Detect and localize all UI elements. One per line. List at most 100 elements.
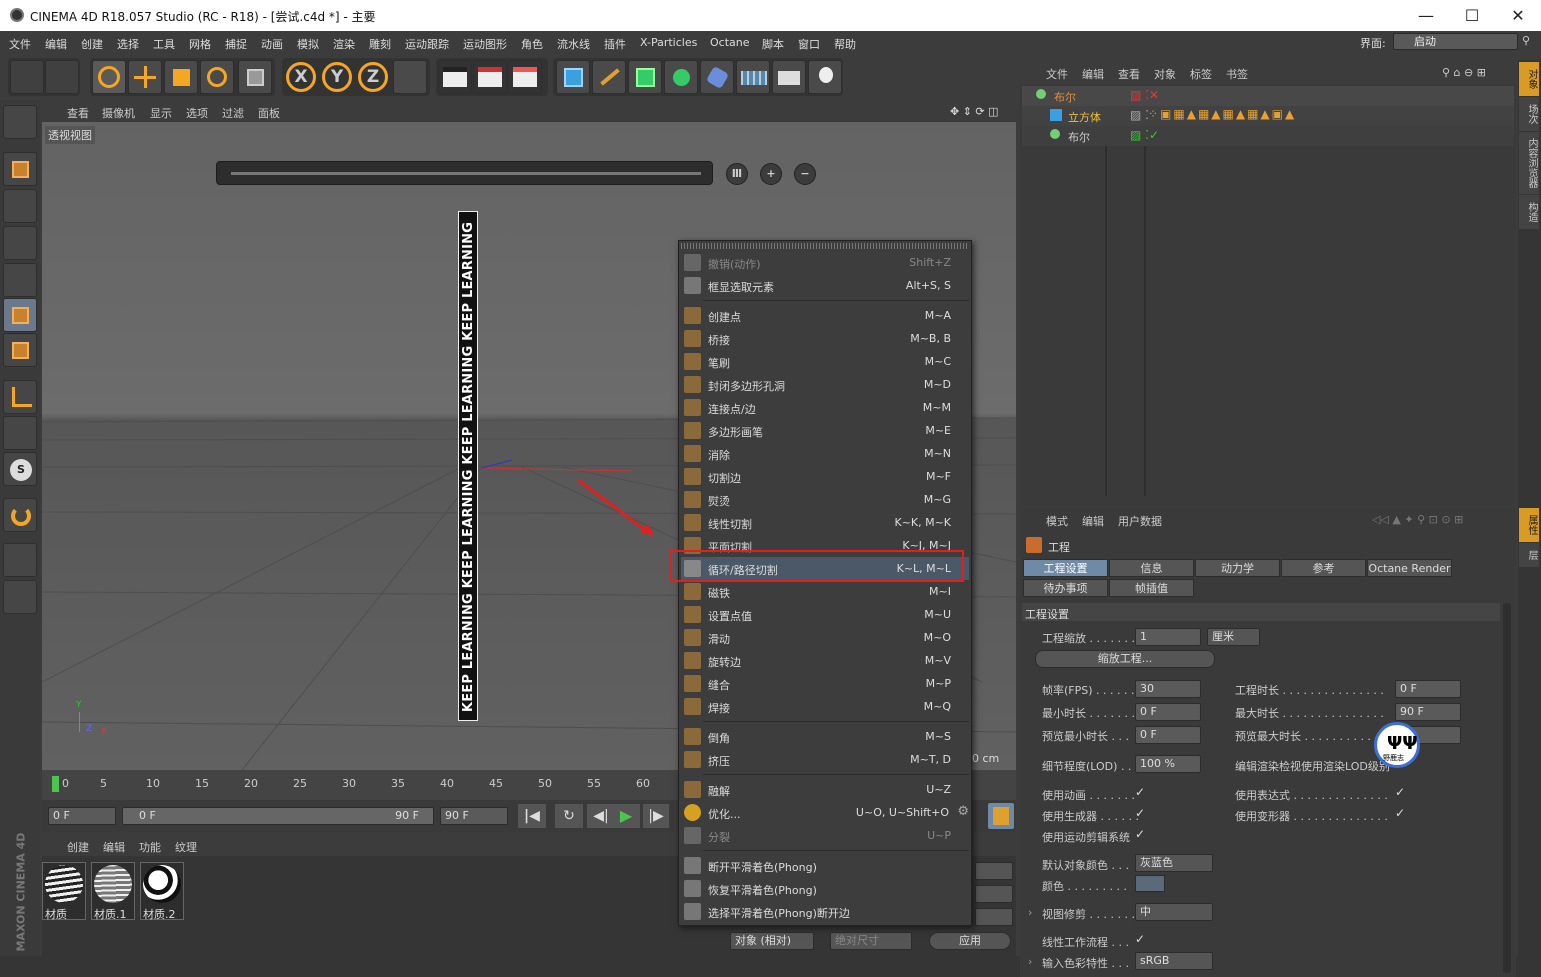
vp-menu-display[interactable]: 显示	[150, 105, 172, 121]
obj-menu-tags[interactable]: 标签	[1190, 66, 1212, 82]
range-slider[interactable]: 0 F 90 F	[122, 807, 434, 825]
obj-search-icon[interactable]: ⚲ ⌂ ⊖ ⊞	[1442, 66, 1486, 79]
menu-motion-tracking[interactable]: 运动跟踪	[405, 36, 449, 52]
axis-mode-icon[interactable]	[3, 380, 37, 414]
menu-item-optimize[interactable]: 优化... U~O, U~Shift+O ⚙	[681, 801, 969, 824]
preview-min-field[interactable]: 0 F	[1135, 726, 1201, 744]
edges-mode-icon[interactable]	[3, 298, 37, 332]
menu-item-connect-points-edges[interactable]: 连接点/边 M~M	[681, 396, 969, 419]
pen-spline-icon[interactable]	[592, 60, 626, 94]
layout-select[interactable]: 启动	[1393, 33, 1518, 50]
menu-item-magnet[interactable]: 磁铁 M~I	[681, 580, 969, 603]
lod-field[interactable]: 100 %	[1135, 755, 1201, 773]
redo-icon[interactable]	[45, 60, 79, 94]
vp-menu-view[interactable]: 查看	[67, 105, 89, 121]
menu-item-close-polygon-hole[interactable]: 封闭多边形孔洞 M~D	[681, 373, 969, 396]
color-swatch[interactable]	[1135, 875, 1165, 892]
obj-menu-edit[interactable]: 编辑	[1082, 66, 1104, 82]
menu-tools[interactable]: 工具	[153, 36, 175, 52]
menu-item-slide[interactable]: 滑动 M~O	[681, 626, 969, 649]
linear-workflow-checkbox[interactable]: ✓	[1135, 932, 1145, 946]
next-frame-icon[interactable]: |▶	[643, 804, 669, 828]
render-view-icon[interactable]	[438, 60, 472, 94]
obj-menu-object[interactable]: 对象	[1154, 66, 1176, 82]
points-mode-icon[interactable]	[3, 263, 37, 297]
array-mograph-icon[interactable]	[664, 60, 698, 94]
workplane-mode-icon[interactable]	[3, 226, 37, 260]
goto-start-icon[interactable]: |◀	[518, 804, 546, 828]
attr-menu-userdata[interactable]: 用户数据	[1118, 513, 1162, 529]
light-bulb-icon[interactable]	[808, 60, 842, 94]
menu-item-break-phong[interactable]: 断开平滑着色(Phong)	[681, 854, 969, 877]
menu-help[interactable]: 帮助	[834, 36, 856, 52]
deformer-icon[interactable]	[700, 60, 734, 94]
tweak-mode-icon[interactable]	[3, 416, 37, 450]
default-object-color-select[interactable]: 灰蓝色	[1135, 854, 1213, 872]
attr-menu-edit[interactable]: 编辑	[1082, 513, 1104, 529]
menu-tearoff-grip[interactable]	[681, 243, 969, 249]
y-axis-lock-icon[interactable]: Y	[322, 62, 352, 92]
x-axis-lock-icon[interactable]: X	[286, 62, 316, 92]
vp-menu-cameras[interactable]: 摄像机	[102, 105, 135, 121]
menu-mesh[interactable]: 网格	[189, 36, 211, 52]
menu-render[interactable]: 渲染	[333, 36, 355, 52]
scale-tool-icon[interactable]	[164, 60, 198, 94]
expand-arrow-icon[interactable]: ›	[1028, 906, 1032, 919]
mat-menu-edit[interactable]: 编辑	[103, 839, 125, 855]
tab-project-settings[interactable]: 工程设置	[1023, 559, 1108, 577]
vtab-structure[interactable]: 构造	[1519, 195, 1539, 229]
vp-menu-panel[interactable]: 面板	[258, 105, 280, 121]
plus-icon[interactable]: +	[760, 163, 782, 185]
fps-field[interactable]: 30	[1135, 680, 1201, 698]
menu-item-set-point-value[interactable]: 设置点值 M~U	[681, 603, 969, 626]
workplane-snap-icon[interactable]	[3, 580, 37, 614]
menu-item-dissolve-edge[interactable]: 消除 M~N	[681, 442, 969, 465]
menu-item-bridge[interactable]: 桥接 M~B, B	[681, 327, 969, 350]
tab-dynamics[interactable]: 动力学	[1195, 559, 1280, 577]
end-frame-field[interactable]: 90 F	[440, 807, 508, 825]
make-editable-icon[interactable]	[3, 105, 37, 139]
tab-reference[interactable]: 参考	[1281, 559, 1366, 577]
menu-window[interactable]: 窗口	[798, 36, 820, 52]
vtab-layers[interactable]: 层	[1519, 543, 1539, 567]
use-deformers-checkbox[interactable]: ✓	[1395, 806, 1405, 820]
menu-item-polygon-pen[interactable]: 多边形画笔 M~E	[681, 419, 969, 442]
vp-menu-options[interactable]: 选项	[186, 105, 208, 121]
scale-project-button[interactable]: 缩放工程...	[1035, 650, 1215, 668]
texture-mode-icon[interactable]	[3, 189, 37, 223]
menu-item-frame-selected[interactable]: 框显选取元素 Alt+S, S	[681, 274, 969, 297]
menu-x-particles[interactable]: X-Particles	[640, 36, 697, 49]
vtab-content-browser[interactable]: 内容浏览器	[1519, 132, 1539, 194]
material-tags-icon[interactable]: ⁘▣▦▲▦▲▦▲▦▲▣▲	[1148, 107, 1296, 121]
close-button[interactable]: ✕	[1495, 0, 1541, 31]
menu-mograph[interactable]: 运动图形	[463, 36, 507, 52]
object-row-cube[interactable]: 立方体 ▨ ⁚ ⁘▣▦▲▦▲▦▲▦▲▣▲	[1022, 106, 1514, 126]
model-mode-icon[interactable]	[3, 152, 37, 186]
menu-script[interactable]: 脚本	[762, 36, 784, 52]
viewport-slider[interactable]	[216, 161, 713, 185]
material-swatch[interactable]: 材质.1	[91, 862, 135, 921]
menu-item-select-broken-phong[interactable]: 选择平滑着色(Phong)断开边	[681, 900, 969, 923]
object-row-boole[interactable]: 布尔 ▨ ⁚✓	[1022, 126, 1514, 146]
mat-menu-texture[interactable]: 纹理	[175, 839, 197, 855]
cube-primitive-icon[interactable]	[556, 60, 590, 94]
apply-button[interactable]: 应用	[929, 932, 1011, 950]
use-expression-checkbox[interactable]: ✓	[1395, 785, 1405, 799]
settings-gear-icon[interactable]: ⚙	[957, 804, 969, 819]
attr-nav-icons[interactable]: ◁◁ ▲ ✦ ⚲ ⊡ ⊙ ⊞	[1372, 513, 1463, 526]
vp-menu-filter[interactable]: 过滤	[222, 105, 244, 121]
menu-simulate[interactable]: 模拟	[297, 36, 319, 52]
mat-menu-create[interactable]: 创建	[67, 839, 89, 855]
view-clip-select[interactable]: 中	[1135, 903, 1213, 921]
obj-menu-bookmarks[interactable]: 书签	[1226, 66, 1248, 82]
menu-item-stitch[interactable]: 缝合 M~P	[681, 672, 969, 695]
select-tool-icon[interactable]	[92, 60, 126, 94]
obj-menu-file[interactable]: 文件	[1046, 66, 1068, 82]
coord-size-select[interactable]: 绝对尺寸	[830, 932, 912, 950]
use-generators-checkbox[interactable]: ✓	[1135, 806, 1145, 820]
menu-item-split[interactable]: 分裂 U~P	[681, 824, 969, 847]
menu-item-undo[interactable]: 撤销(动作) Shift+Z	[681, 251, 969, 274]
current-frame-field[interactable]: 0 F	[48, 807, 116, 825]
last-tool-cube-icon[interactable]	[238, 60, 272, 94]
polygons-mode-icon[interactable]	[3, 333, 37, 367]
